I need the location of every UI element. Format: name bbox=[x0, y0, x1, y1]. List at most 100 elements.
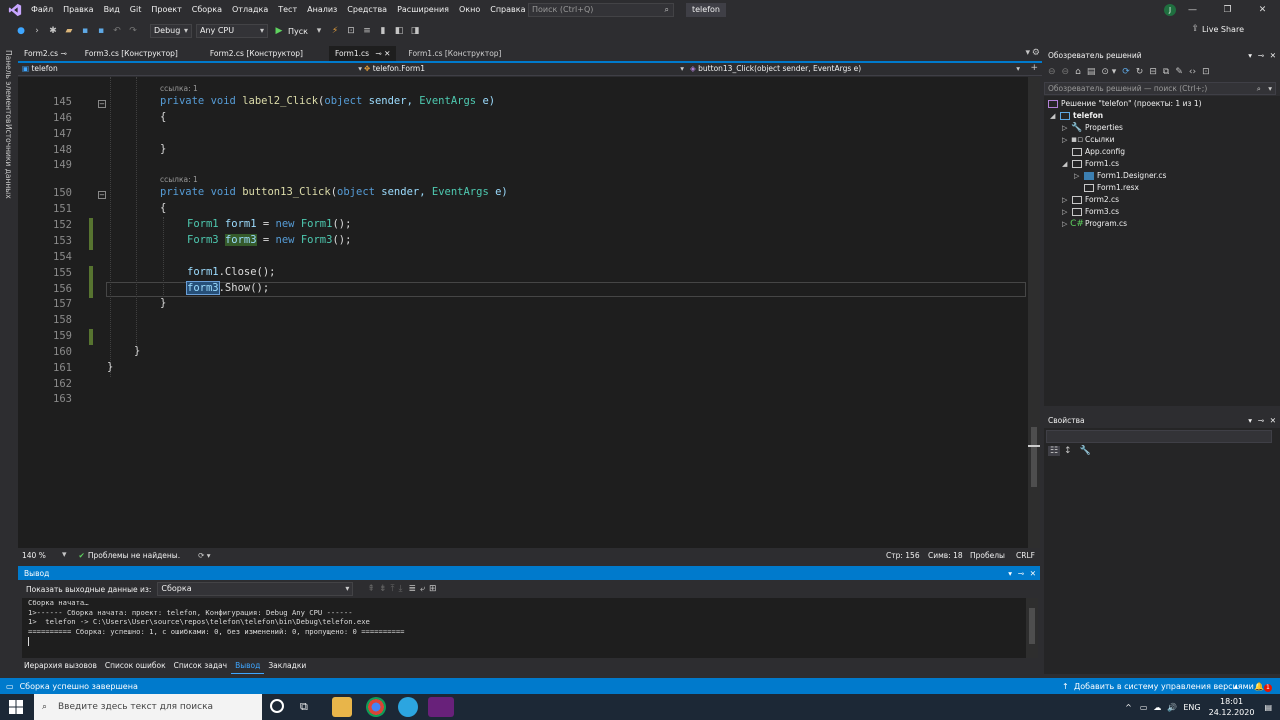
platform-dropdown[interactable]: Any CPU bbox=[196, 24, 268, 38]
codelens-references[interactable]: ссылка: 1 bbox=[160, 84, 198, 93]
settings-icon[interactable]: ⚙ bbox=[1032, 48, 1040, 58]
scrollbar-thumb[interactable] bbox=[1029, 608, 1035, 644]
bookmark-next-icon[interactable]: ◨ bbox=[408, 24, 422, 38]
tab-error-list[interactable]: Список ошибок bbox=[101, 659, 170, 673]
run-icon[interactable]: ▶ bbox=[272, 24, 286, 38]
issues-status[interactable]: Проблемы не найдены. bbox=[88, 551, 180, 560]
menu-file[interactable]: Файл bbox=[26, 0, 58, 20]
network-icon[interactable]: ▭ bbox=[1140, 703, 1148, 712]
global-search-input[interactable]: Поиск (Ctrl+Q) ⌕ bbox=[528, 3, 674, 17]
windows-start-icon[interactable] bbox=[8, 699, 24, 715]
tree-item[interactable]: Form1.resx bbox=[1084, 182, 1139, 194]
add-to-source-control[interactable]: Добавить в систему управления версиями bbox=[1074, 682, 1254, 691]
tree-item[interactable]: ▷ ▪▫ Ссылки bbox=[1062, 134, 1114, 146]
tree-item[interactable]: ▷ Form2.cs bbox=[1062, 194, 1119, 206]
language-indicator[interactable]: ENG bbox=[1183, 703, 1200, 712]
task-view-icon[interactable]: ⧉ bbox=[300, 700, 308, 714]
menu-extensions[interactable]: Расширения bbox=[392, 0, 454, 20]
scrollbar-thumb[interactable] bbox=[1031, 427, 1037, 487]
find-next-icon[interactable]: ⇟ bbox=[379, 584, 387, 594]
class-nav-dropdown[interactable]: ✥ telefon.Form1 ▾ bbox=[364, 63, 684, 75]
property-pages-icon[interactable]: 🔧 bbox=[1080, 446, 1091, 456]
member-nav-dropdown[interactable]: ◈ button13_Click(object sender, EventArg… bbox=[690, 63, 1020, 75]
redo-icon[interactable]: ↷ bbox=[126, 24, 140, 38]
chevron-down-icon[interactable]: ▾ bbox=[1268, 83, 1272, 94]
code-cleanup-icon[interactable]: ⟳ ▾ bbox=[198, 551, 210, 560]
collapse-all-icon[interactable]: ⊟ bbox=[1149, 67, 1157, 77]
menu-git[interactable]: Git bbox=[125, 0, 147, 20]
undo-icon[interactable]: ↶ bbox=[110, 24, 124, 38]
maximize-icon[interactable]: ❐ bbox=[1210, 0, 1245, 20]
split-editor-icon[interactable]: + bbox=[1030, 63, 1038, 73]
tree-item[interactable]: ▷ Form1.Designer.cs bbox=[1074, 170, 1166, 182]
whitespace-indicator[interactable]: Пробелы bbox=[970, 551, 1005, 560]
close-icon[interactable]: ✕ bbox=[384, 49, 390, 58]
chevron-down-icon[interactable]: ▾ bbox=[1248, 51, 1252, 60]
pin-icon[interactable]: ⊸ bbox=[1258, 51, 1264, 60]
pin-icon[interactable]: ⊸ bbox=[1258, 416, 1264, 425]
tab-output[interactable]: Вывод bbox=[231, 659, 265, 674]
chrome-icon[interactable] bbox=[366, 697, 386, 717]
pending-changes-icon[interactable]: ⊙ ▾ bbox=[1101, 67, 1116, 77]
clock[interactable]: 18:01 24.12.2020 bbox=[1209, 696, 1255, 718]
tab-form1-cs[interactable]: Form1.cs ⊸ ✕ bbox=[328, 46, 397, 61]
output-source-dropdown[interactable]: Сборка bbox=[157, 582, 354, 596]
column-indicator[interactable]: Симв: 18 bbox=[928, 551, 963, 560]
codelens-references[interactable]: ссылка: 1 bbox=[160, 175, 198, 184]
tray-chevron-icon[interactable]: ^ bbox=[1125, 703, 1132, 712]
zoom-level-dropdown[interactable]: 140 % bbox=[22, 551, 62, 560]
bookmark-icon[interactable]: ▮ bbox=[376, 24, 390, 38]
forward-icon[interactable]: ⊖ bbox=[1062, 67, 1070, 77]
close-icon[interactable]: ✕ bbox=[1030, 569, 1036, 578]
expanded-icon[interactable]: ◢ bbox=[1062, 158, 1072, 170]
tree-solution[interactable]: Решение "telefon" (проекты: 1 из 1) bbox=[1048, 98, 1202, 110]
code-editor[interactable]: 145 146 147 148 149 150 151 152 153 154 … bbox=[18, 77, 1028, 548]
run-button[interactable]: Пуск bbox=[288, 27, 308, 36]
menu-analyze[interactable]: Анализ bbox=[302, 0, 342, 20]
notifications-icon[interactable]: 🔔 bbox=[1254, 682, 1264, 691]
tab-task-list[interactable]: Список задач bbox=[170, 659, 231, 673]
close-icon[interactable]: ✕ bbox=[1245, 0, 1280, 20]
tree-item[interactable]: ◢ Form1.cs bbox=[1062, 158, 1119, 170]
chevron-down-icon[interactable]: ▾ bbox=[1248, 416, 1252, 425]
menu-tools[interactable]: Средства bbox=[342, 0, 392, 20]
diagnostics-icon[interactable]: ⊡ bbox=[344, 24, 358, 38]
find-prev-icon[interactable]: ⇞ bbox=[367, 584, 375, 594]
collapse-icon[interactable]: − bbox=[98, 191, 106, 199]
output-scrollbar[interactable] bbox=[1026, 598, 1038, 658]
menu-window[interactable]: Окно bbox=[454, 0, 485, 20]
tab-list-dropdown-icon[interactable]: ▾ bbox=[1025, 48, 1030, 58]
menu-build[interactable]: Сборка bbox=[187, 0, 227, 20]
config-dropdown[interactable]: Debug bbox=[150, 24, 192, 38]
tree-item[interactable]: App.config bbox=[1072, 146, 1125, 158]
save-icon[interactable]: ▪ bbox=[78, 24, 92, 38]
tab-form3-designer[interactable]: Form3.cs [Конструктор] bbox=[79, 46, 184, 61]
run-dropdown-icon[interactable]: ▾ bbox=[312, 24, 326, 38]
bookmark-prev-icon[interactable]: ◧ bbox=[392, 24, 406, 38]
volume-icon[interactable]: 🔊 bbox=[1167, 703, 1177, 712]
clear-all-icon[interactable]: ≣ bbox=[408, 584, 416, 594]
refresh-icon[interactable]: ↻ bbox=[1136, 67, 1144, 77]
tree-item[interactable]: ▷ 🔧 Properties bbox=[1062, 122, 1123, 134]
show-all-files-icon[interactable]: ⧉ bbox=[1163, 67, 1169, 77]
collapsed-icon[interactable]: ▷ bbox=[1062, 194, 1072, 206]
collapse-icon[interactable]: − bbox=[98, 100, 106, 108]
toolbox-tab[interactable]: Панель элементов bbox=[4, 50, 13, 123]
comment-icon[interactable]: ≡ bbox=[360, 24, 374, 38]
properties-object-selector[interactable] bbox=[1046, 430, 1272, 443]
alphabetical-icon[interactable]: ↕ bbox=[1064, 446, 1072, 456]
tab-form1-designer[interactable]: Form1.cs [Конструктор] bbox=[402, 46, 507, 61]
properties-icon[interactable]: ✎ bbox=[1175, 67, 1183, 77]
close-icon[interactable]: ✕ bbox=[1270, 416, 1276, 425]
word-wrap-icon[interactable]: ⤶ bbox=[420, 584, 425, 594]
cloud-icon[interactable]: ☁ bbox=[1153, 703, 1161, 712]
home-icon[interactable]: ⌂ bbox=[1075, 67, 1081, 77]
go-next-icon[interactable]: ⤓ bbox=[398, 584, 402, 594]
menu-debug[interactable]: Отладка bbox=[227, 0, 273, 20]
editor-vertical-scrollbar[interactable] bbox=[1028, 77, 1040, 548]
close-icon[interactable]: ✕ bbox=[1270, 51, 1276, 60]
line-ending-indicator[interactable]: CRLF bbox=[1016, 551, 1035, 560]
file-explorer-icon[interactable] bbox=[332, 697, 352, 717]
collapsed-icon[interactable]: ▷ bbox=[1074, 170, 1084, 182]
categorized-icon[interactable]: ☷ bbox=[1048, 446, 1060, 456]
